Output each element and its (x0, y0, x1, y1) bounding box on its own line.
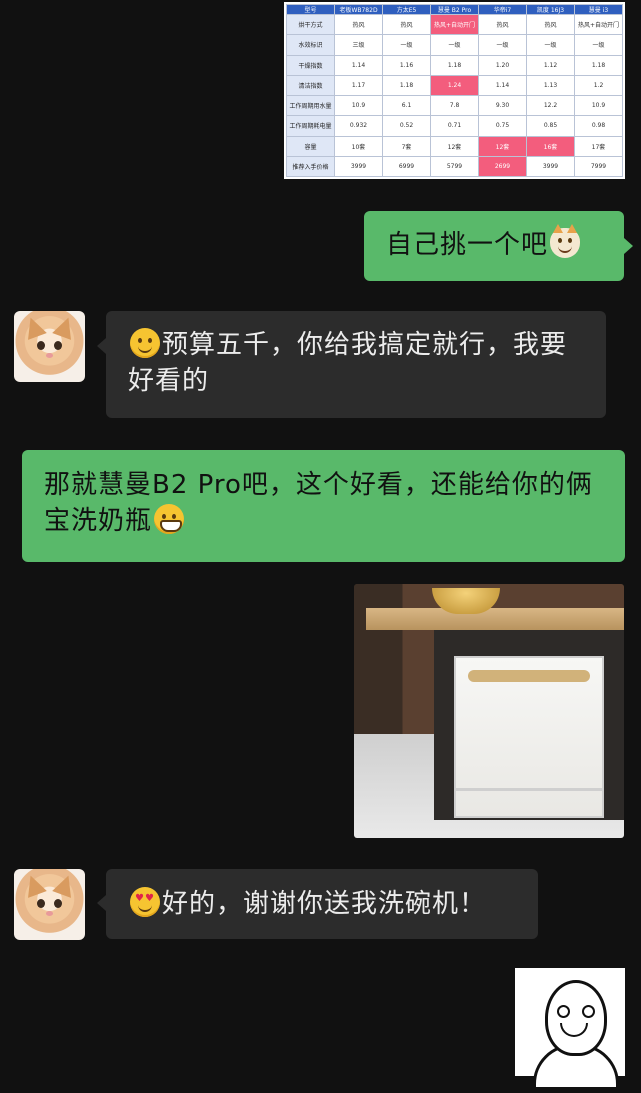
table-cell: 1.14 (478, 74, 527, 97)
table-body: 烘干方式 热风 热风 热风+自动开门 热风 热风 热风+自动开门 水效标识 三级 一级 一级 一级 一级… (286, 13, 623, 178)
table-header-cell: 老板WB782D (334, 4, 383, 15)
cat-face-icon (550, 224, 581, 258)
table-cell: 17套 (574, 135, 623, 157)
heart-eyes-face-icon: ♥ ♥ (130, 887, 160, 917)
avatar[interactable] (14, 869, 85, 940)
table-cell: 12.2 (526, 94, 575, 117)
table-row: 烘干方式 热风 热风 热风+自动开门 热风 热风 热风+自动开门 (286, 13, 623, 36)
table-cell: 三级 (334, 34, 383, 56)
table-cell: 1.2 (574, 74, 623, 97)
table-header-cell: 型号 (286, 4, 335, 15)
grinning-face-icon (154, 504, 185, 534)
table-cell: 1.18 (382, 74, 431, 97)
message-text: 好的，谢谢你送我洗碗机！ (162, 889, 487, 919)
message-text: 那就慧曼B2 Pro吧，这个好看，还能给你的俩宝洗奶瓶 (44, 470, 593, 536)
table-cell: 0.85 (526, 115, 575, 137)
table-cell: 1.16 (382, 54, 431, 76)
table-row-label: 工作周期耗电量 (286, 115, 335, 137)
table-cell: 10.9 (334, 94, 383, 117)
table-cell: 热风+自动开门 (574, 13, 623, 36)
message-bubble[interactable]: 预算五千，你给我搞定就行，我要好看的 (106, 311, 606, 418)
table-row-label: 烘干方式 (286, 13, 335, 36)
table-cell: 3999 (526, 155, 575, 178)
bubble-tail (624, 238, 633, 254)
table-row: 推荐入手价格 3999 6999 5799 2699 3999 7999 (286, 155, 623, 178)
table-row: 清洁指数 1.17 1.18 1.24 1.14 1.13 1.2 (286, 74, 623, 97)
table-row-label: 容量 (286, 135, 335, 157)
spec-table: 型号 老板WB782D 方太E5 慧曼 B2 Pro 华帝i7 凯度 16J3 慧曼 i3 … (286, 4, 623, 178)
table-cell: 0.71 (430, 115, 479, 137)
table-header-row: 型号 老板WB782D 方太E5 慧曼 B2 Pro 华帝i7 凯度 16J3 慧曼 i3 (286, 4, 623, 15)
table-cell: 一级 (430, 34, 479, 56)
table-header-cell: 华帝i7 (478, 4, 527, 15)
table-cell: 7.8 (430, 94, 479, 117)
table-row: 工作周期耗电量 0.932 0.52 0.71 0.75 0.85 0.98 (286, 115, 623, 137)
table-cell: 12套 (478, 135, 527, 157)
table-cell: 1.20 (478, 54, 527, 76)
bubble-tail (97, 338, 106, 354)
table-row: 工作周期用水量 10.9 6.1 7.8 9.30 12.2 10.9 (286, 94, 623, 117)
message-text: 预算五千，你给我搞定就行，我要好看的 (128, 330, 568, 396)
table-cell: 7套 (382, 135, 431, 157)
table-row: 干燥指数 1.14 1.16 1.18 1.20 1.12 1.18 (286, 54, 623, 76)
table-cell: 16套 (526, 135, 575, 157)
table-cell: 2699 (478, 155, 527, 178)
table-row-label: 干燥指数 (286, 54, 335, 76)
comparison-table-image[interactable]: 型号 老板WB782D 方太E5 慧曼 B2 Pro 华帝i7 凯度 16J3 慧曼 i3 … (284, 2, 625, 179)
table-row: 容量 10套 7套 12套 12套 16套 17套 (286, 135, 623, 157)
laughing-face-sticker[interactable] (515, 968, 625, 1090)
table-cell: 热风 (478, 13, 527, 36)
table-cell: 1.18 (574, 54, 623, 76)
table-cell: 一级 (382, 34, 431, 56)
table-cell: 热风 (526, 13, 575, 36)
table-cell: 7999 (574, 155, 623, 178)
table-header-cell: 慧曼 B2 Pro (430, 4, 479, 15)
table-cell: 热风 (382, 13, 431, 36)
table-cell: 1.13 (526, 74, 575, 97)
table-row-label: 清洁指数 (286, 74, 335, 97)
table-header-cell: 凯度 16J3 (526, 4, 575, 15)
table-cell: 一级 (526, 34, 575, 56)
table-cell: 热风 (334, 13, 383, 36)
table-cell: 1.24 (430, 74, 479, 97)
table-cell: 1.17 (334, 74, 383, 97)
table-cell: 0.98 (574, 115, 623, 137)
table-cell: 1.12 (526, 54, 575, 76)
table-row-label: 推荐入手价格 (286, 155, 335, 178)
message-bubble[interactable]: 那就慧曼B2 Pro吧，这个好看，还能给你的俩宝洗奶瓶 (22, 450, 625, 562)
table-header-cell: 方太E5 (382, 4, 431, 15)
table-cell: 1.18 (430, 54, 479, 76)
table-cell: 1.14 (334, 54, 383, 76)
table-cell: 0.52 (382, 115, 431, 137)
table-cell: 10套 (334, 135, 383, 157)
table-cell: 6.1 (382, 94, 431, 117)
table-row-label: 水效标识 (286, 34, 335, 56)
message-bubble[interactable]: ♥ ♥ 好的，谢谢你送我洗碗机！ (106, 869, 538, 939)
dishwasher-photo[interactable] (354, 584, 624, 838)
avatar[interactable] (14, 311, 85, 382)
smiling-face-icon (130, 328, 160, 358)
dishwasher-image (454, 656, 604, 818)
table-cell: 热风+自动开门 (430, 13, 479, 36)
chat-view: 型号 老板WB782D 方太E5 慧曼 B2 Pro 华帝i7 凯度 16J3 慧曼 i3 … (0, 0, 641, 1093)
table-row-label: 工作周期用水量 (286, 94, 335, 117)
table-cell: 12套 (430, 135, 479, 157)
table-cell: 0.75 (478, 115, 527, 137)
table-cell: 5799 (430, 155, 479, 178)
bubble-tail (97, 895, 106, 911)
table-cell: 9.30 (478, 94, 527, 117)
table-cell: 0.932 (334, 115, 383, 137)
table-cell: 6999 (382, 155, 431, 178)
message-text: 自己挑一个吧 (386, 230, 549, 260)
message-bubble[interactable]: 自己挑一个吧 (364, 211, 624, 281)
table-cell: 10.9 (574, 94, 623, 117)
table-cell: 一级 (478, 34, 527, 56)
table-cell: 一级 (574, 34, 623, 56)
table-header-cell: 慧曼 i3 (574, 4, 623, 15)
table-row: 水效标识 三级 一级 一级 一级 一级 一级 (286, 34, 623, 56)
table-cell: 3999 (334, 155, 383, 178)
